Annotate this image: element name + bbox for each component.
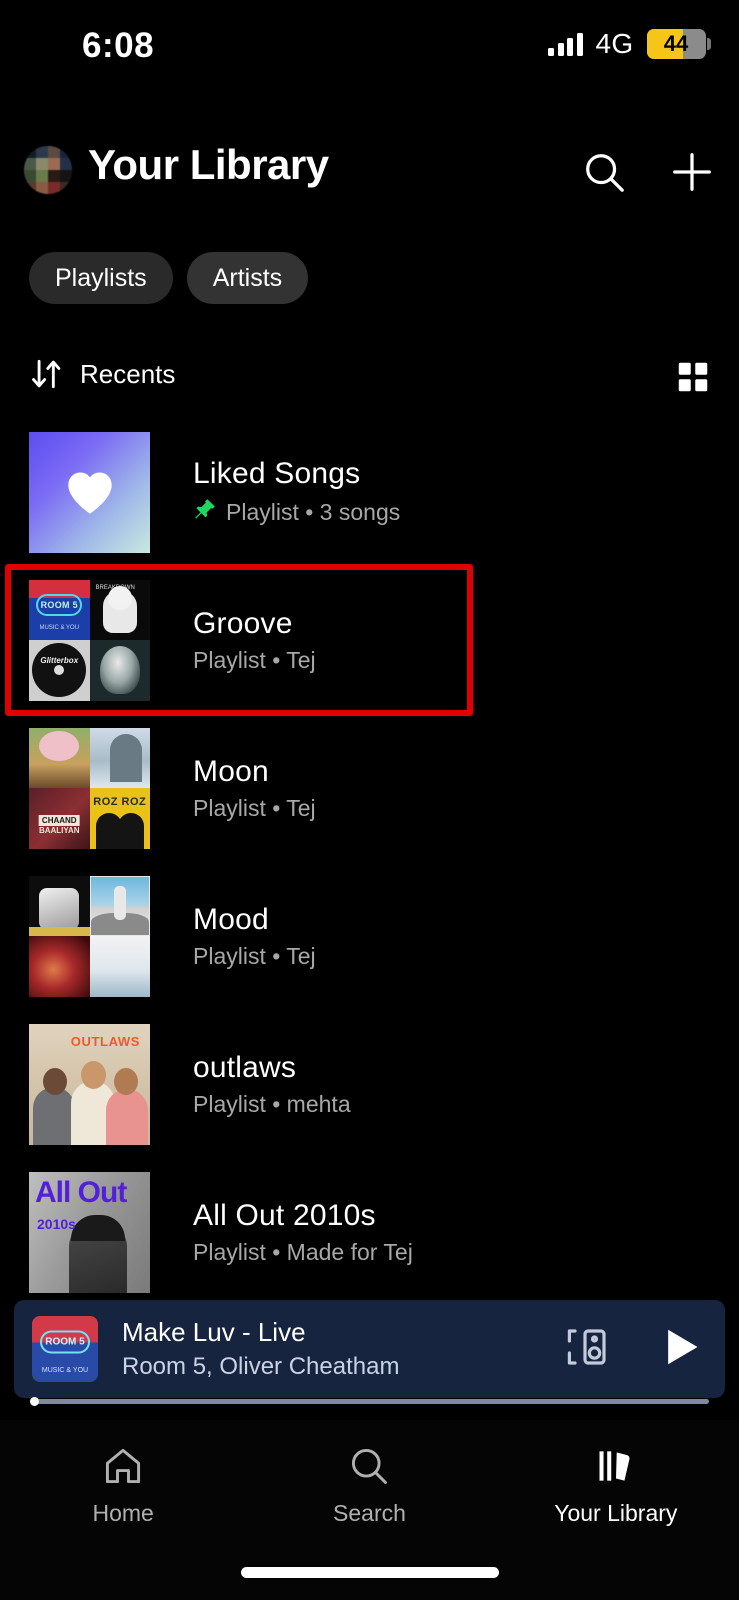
spotify-library-screen: 6:08 4G 44 Your Library Playlists Artist… (0, 0, 739, 1600)
search-icon[interactable] (579, 147, 629, 197)
search-icon (352, 1448, 388, 1484)
nav-item-your-library[interactable]: Your Library (493, 1444, 739, 1527)
list-item-title: All Out 2010s (193, 1198, 376, 1232)
album-art-glitterbox: Glitterbox (29, 640, 90, 701)
header-actions (579, 147, 717, 197)
signal-bars-icon (548, 32, 583, 56)
list-item[interactable]: OUTLAWS outlaws Playlist • mehta (0, 1010, 739, 1158)
room5-album-art: ROOM 5 MUSIC & YOU (32, 1316, 98, 1382)
album-art-4 (89, 936, 150, 997)
album-art-rozroz: ROZ ROZ (89, 788, 150, 849)
pin-icon (193, 497, 217, 527)
list-item-meta: Playlist • Tej (193, 942, 316, 969)
now-playing-bar[interactable]: ROOM 5 MUSIC & YOU Make Luv - Live Room … (14, 1300, 725, 1406)
list-item-text: All Out 2010s Playlist • Made for Tej (193, 1199, 413, 1266)
filter-chip-artists[interactable]: Artists (186, 252, 309, 304)
now-playing-artists: Room 5, Oliver Cheatham (122, 1353, 400, 1380)
album-art-3 (29, 936, 90, 997)
list-item-subtitle: Playlist • Tej (193, 647, 316, 674)
plus-icon[interactable] (667, 147, 717, 197)
list-item-text: Mood Playlist • Tej (193, 903, 316, 970)
list-item-text: Moon Playlist • Tej (193, 755, 316, 822)
profile-avatar[interactable] (24, 146, 72, 194)
list-item-title: outlaws (193, 1050, 297, 1084)
filter-chip-playlists[interactable]: Playlists (29, 252, 173, 304)
home-icon (106, 1448, 141, 1484)
list-item-text: Groove Playlist • Tej (193, 607, 316, 674)
grid-view-icon[interactable] (675, 359, 711, 400)
now-playing-track: Make Luv - Live (122, 1317, 306, 1347)
list-item-subtitle: Playlist • Made for Tej (193, 1239, 413, 1266)
library-icon (599, 1451, 630, 1481)
nav-label-home: Home (92, 1500, 154, 1526)
album-art-2 (89, 875, 150, 936)
list-item-subtitle: Playlist • mehta (193, 1091, 351, 1118)
moon-thumbnail: CHAAND BAALIYAN ROZ ROZ (29, 727, 150, 849)
home-indicator (240, 1567, 499, 1578)
play-icon[interactable] (659, 1325, 703, 1374)
album-art-breakdown: BREAKDOWN (89, 579, 150, 640)
list-item[interactable]: All Out 2010s All Out 2010s Playlist • M… (0, 1158, 739, 1306)
page-title: Your Library (88, 141, 329, 188)
now-playing-progress-bar[interactable] (30, 1397, 709, 1406)
nav-item-search[interactable]: Search (246, 1444, 492, 1527)
progress-thumb (30, 1397, 39, 1406)
status-bar: 6:08 4G 44 (0, 0, 739, 96)
battery-icon: 44 (646, 29, 711, 59)
album-art-1 (29, 875, 90, 936)
nav-label-your-library: Your Library (554, 1500, 678, 1526)
list-item-meta: Playlist • mehta (193, 1090, 351, 1117)
album-art-2 (89, 727, 150, 788)
groove-thumbnail: ROOM 5 MUSIC & YOU BREAKDOWN Glitterbox (29, 579, 150, 701)
now-playing-text: Make Luv - Live Room 5, Oliver Cheatham (122, 1317, 563, 1381)
list-item-meta: Playlist • Tej (193, 646, 316, 673)
list-item[interactable]: CHAAND BAALIYAN ROZ ROZ Moon Playlist • … (0, 714, 739, 862)
list-item-subtitle: Playlist • Tej (193, 943, 316, 970)
nav-item-home[interactable]: Home (0, 1444, 246, 1527)
list-item-text: Liked Songs Playlist • 3 songs (193, 457, 400, 527)
list-item-groove[interactable]: ROOM 5 MUSIC & YOU BREAKDOWN Glitterbox … (0, 566, 739, 714)
list-item-title: Liked Songs (193, 457, 361, 490)
status-indicators: 4G 44 (548, 28, 711, 60)
list-item-subtitle: Playlist • Tej (193, 795, 316, 822)
mood-thumbnail (29, 875, 150, 997)
album-art-1 (29, 727, 90, 788)
list-item-meta: Playlist • Made for Tej (193, 1238, 413, 1265)
nav-label-search: Search (333, 1500, 406, 1526)
outlaws-thumbnail: OUTLAWS (29, 1023, 150, 1145)
list-item[interactable]: Liked Songs Playlist • 3 songs (0, 418, 739, 566)
list-item[interactable]: Mood Playlist • Tej (0, 862, 739, 1010)
list-item-title: Groove (193, 606, 293, 640)
album-art-portrait (89, 640, 150, 701)
network-type-label: 4G (595, 28, 634, 59)
list-item-title: Mood (193, 902, 269, 936)
list-item-meta: Playlist • Tej (193, 794, 316, 821)
sort-label: Recents (80, 358, 176, 389)
list-item-subtitle: Playlist • 3 songs (193, 497, 400, 527)
now-playing-actions (563, 1323, 703, 1376)
liked-songs-thumbnail (29, 431, 150, 553)
status-time: 6:08 (82, 26, 155, 65)
list-item-title: Moon (193, 754, 269, 788)
library-list: Liked Songs Playlist • 3 songs ROOM 5 MU… (0, 418, 739, 1306)
all-out-2010s-thumbnail: All Out 2010s (29, 1171, 150, 1293)
album-art-chaand: CHAAND BAALIYAN (29, 788, 90, 849)
sort-button[interactable]: Recents (28, 355, 175, 393)
list-item-text: outlaws Playlist • mehta (193, 1051, 351, 1118)
bottom-navigation: Home Search Your Library (0, 1420, 739, 1600)
list-item-meta: Playlist • 3 songs (226, 498, 401, 525)
sort-arrows-icon (32, 359, 61, 389)
filter-chips: Playlists Artists (29, 252, 309, 304)
sort-row: Recents (0, 355, 739, 403)
connect-to-device-icon[interactable] (563, 1323, 611, 1376)
album-art-room5: ROOM 5 MUSIC & YOU (29, 579, 90, 640)
library-header: Your Library (0, 141, 739, 215)
battery-percent-label: 44 (663, 31, 689, 56)
